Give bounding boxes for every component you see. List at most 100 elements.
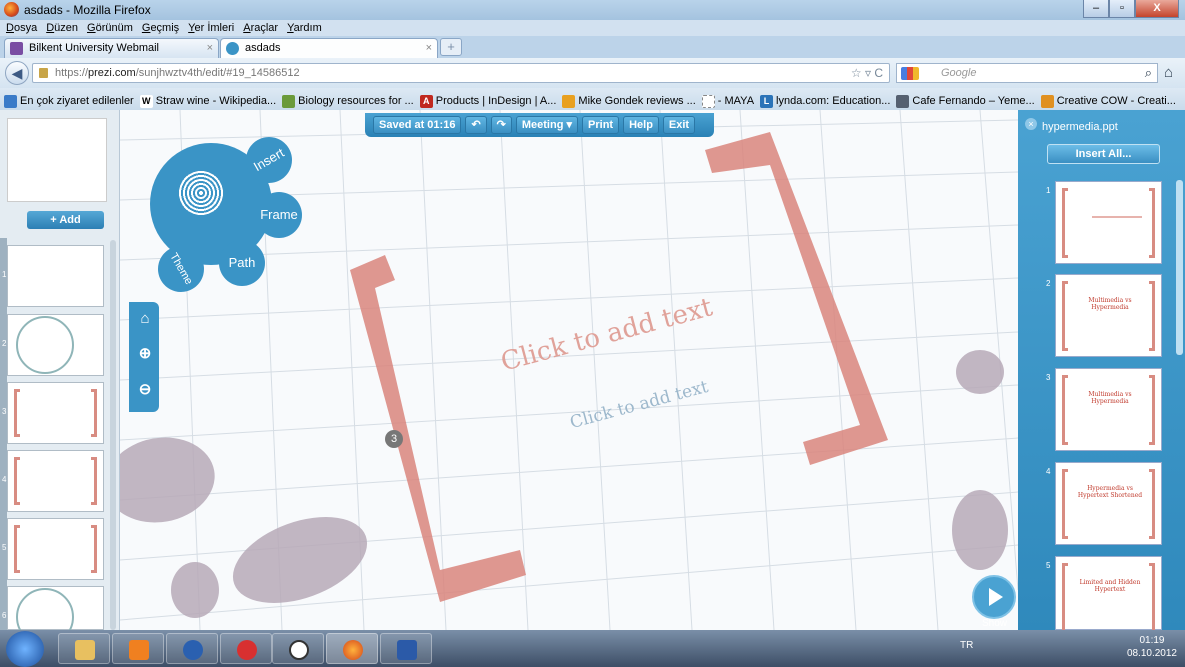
bookmark-item[interactable]: Cafe Fernando – Yeme... <box>896 92 1035 110</box>
path-slide[interactable]: 5 <box>2 518 104 580</box>
zebra-center-icon[interactable] <box>178 170 224 216</box>
taskbar-app[interactable] <box>166 633 218 664</box>
menu-bookmarks[interactable]: Yer İmleri <box>188 20 234 36</box>
close-button[interactable]: X <box>1135 0 1179 18</box>
menu-history[interactable]: Geçmiş <box>142 20 179 36</box>
bracket-left <box>1062 281 1068 351</box>
slide-number: 3 <box>1046 373 1051 382</box>
maximize-button[interactable]: ▫ <box>1109 0 1135 18</box>
exit-button[interactable]: Exit <box>662 116 696 134</box>
path-slide[interactable]: 2 <box>2 314 104 376</box>
language-indicator[interactable]: TR <box>960 640 973 651</box>
taskbar-firefox[interactable] <box>326 633 378 664</box>
print-button[interactable]: Print <box>582 116 620 134</box>
bracket-right <box>91 389 97 437</box>
taskbar-clock-app[interactable] <box>272 633 324 664</box>
url-bar[interactable]: https://prezi.com/sunjhwztv4th/edit/#19_… <box>32 63 890 83</box>
help-button[interactable]: Help <box>623 116 659 134</box>
ppt-slide[interactable]: 3 Multimedia vs Hypermedia <box>1046 368 1162 451</box>
zoom-in-icon[interactable]: ⊕ <box>135 344 155 364</box>
search-icon[interactable]: ⌕ <box>1145 65 1152 81</box>
clock[interactable]: 01:19 08.10.2012 <box>1127 634 1177 660</box>
bookmark-item[interactable]: Llynda.com: Education... <box>760 92 890 110</box>
meeting-button[interactable]: Meeting ▾ <box>515 116 579 134</box>
prezi-toolbar: Saved at 01:16 ↶ ↷ Meeting ▾ Print Help … <box>365 113 714 137</box>
slide-number: 3 <box>2 407 7 416</box>
menu-bar: Dosya Düzen Görünüm Geçmiş Yer İmleri Ar… <box>0 20 1185 36</box>
bookmark-item[interactable]: - MAYA <box>701 92 754 110</box>
path-sidebar: + Add 1 2 3 4 5 6 <box>0 110 120 646</box>
path-button[interactable]: Path <box>219 240 265 286</box>
path-slide[interactable]: 1 <box>2 245 104 307</box>
path-slide[interactable]: 6 <box>2 586 104 646</box>
play-icon <box>989 588 1003 606</box>
clock-date: 08.10.2012 <box>1126 648 1177 659</box>
overview-thumbnail[interactable] <box>7 118 107 202</box>
frame-brackets <box>350 132 888 602</box>
home-icon[interactable]: ⌂ <box>1164 64 1173 81</box>
url-prefix: https:// <box>55 67 89 79</box>
bookmark-icon <box>562 94 576 108</box>
start-button[interactable] <box>6 631 44 667</box>
slide-number: 2 <box>1046 279 1051 288</box>
bookmarks-bar: En çok ziyaret edilenler W Straw wine - W… <box>0 88 1185 110</box>
menu-edit[interactable]: Düzen <box>46 20 78 36</box>
taskbar-explorer[interactable] <box>58 633 110 664</box>
taskbar-sticky[interactable] <box>220 633 272 664</box>
tab-webmail[interactable]: Bilkent University Webmail × <box>4 38 219 58</box>
add-path-button[interactable]: + Add <box>27 211 104 229</box>
navigation-bar: ◀ https://prezi.com/sunjhwztv4th/edit/#1… <box>0 58 1185 88</box>
word-icon <box>397 640 417 660</box>
ppt-slide[interactable]: 4 Hypermedia vs Hypertext Shortened <box>1046 462 1162 545</box>
back-button[interactable]: ◀ <box>5 61 29 85</box>
bookmark-item[interactable]: Creative COW - Creati... <box>1040 92 1176 110</box>
ppt-slide[interactable]: 1 <box>1046 181 1162 264</box>
bookmark-item[interactable]: Mike Gondek reviews ... <box>562 92 696 110</box>
bookmark-item[interactable]: W Straw wine - Wikipedia... <box>139 92 276 110</box>
slide-number: 5 <box>1046 561 1051 570</box>
bookmark-item[interactable]: Biology resources for ... <box>282 92 414 110</box>
clock-icon <box>289 640 309 660</box>
sidebar-scrollbar[interactable] <box>110 240 116 630</box>
zoom-out-icon[interactable]: ⊖ <box>135 380 155 400</box>
folder-icon <box>75 640 95 660</box>
tab-asdads[interactable]: asdads × <box>220 38 438 58</box>
home-view-icon[interactable]: ⌂ <box>135 310 155 330</box>
tab-close-icon[interactable]: × <box>426 42 432 54</box>
firefox-icon <box>343 640 363 660</box>
insert-all-button[interactable]: Insert All... <box>1047 144 1160 164</box>
reload-icon[interactable]: ☆ ▿ C <box>851 66 883 80</box>
slide-number: 1 <box>1046 186 1051 195</box>
taskbar-media[interactable] <box>112 633 164 664</box>
frame-button[interactable]: Frame <box>256 192 302 238</box>
app-icon <box>183 640 203 660</box>
tab-close-icon[interactable]: × <box>207 42 213 54</box>
path-slide[interactable]: 3 <box>2 382 104 444</box>
taskbar-word[interactable] <box>380 633 432 664</box>
bookmark-icon <box>4 94 17 108</box>
redo-button[interactable]: ↷ <box>490 116 512 134</box>
show-button[interactable]: Show <box>970 575 1018 630</box>
new-tab-button[interactable]: + <box>440 38 462 56</box>
ppt-slide[interactable]: 5 Limited and Hidden Hypertext <box>1046 556 1162 633</box>
menu-view[interactable]: Görünüm <box>87 20 133 36</box>
firefox-logo-icon <box>4 2 19 17</box>
bracket-left <box>1062 563 1068 633</box>
window-title: asdads - Mozilla Firefox <box>24 3 151 17</box>
minimize-button[interactable]: – <box>1083 0 1109 18</box>
path-slide[interactable]: 4 <box>2 450 104 512</box>
search-input[interactable]: Google ⌕ <box>896 63 1158 83</box>
ppt-slide[interactable]: 2 Multimedia vs Hypermedia <box>1046 274 1162 357</box>
bookmark-item[interactable]: En çok ziyaret edilenler <box>4 92 134 110</box>
window-controls: – ▫ X <box>1083 0 1179 18</box>
bookmark-item[interactable]: A Products | InDesign | A... <box>419 92 556 110</box>
slide-number: 1 <box>2 270 7 279</box>
menu-tools[interactable]: Araçlar <box>243 20 278 36</box>
close-icon[interactable]: × <box>1025 118 1037 130</box>
import-panel-scrollbar[interactable] <box>1176 180 1183 355</box>
tab-label: Bilkent University Webmail <box>29 42 160 54</box>
undo-button[interactable]: ↶ <box>465 116 487 134</box>
menu-help[interactable]: Yardım <box>287 20 322 36</box>
path-step-badge[interactable]: 3 <box>385 430 403 448</box>
menu-file[interactable]: Dosya <box>6 20 37 36</box>
